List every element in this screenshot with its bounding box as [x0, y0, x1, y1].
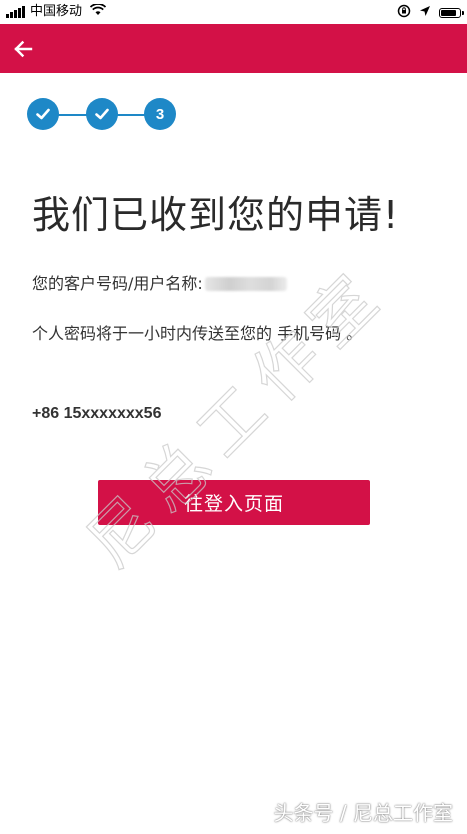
footer-watermark: 头条号 / 尼总工作室 [273, 801, 453, 825]
step-1-complete [27, 98, 59, 130]
step-2-complete [86, 98, 118, 130]
arrow-left-icon [14, 40, 33, 58]
battery-icon [439, 8, 464, 18]
customer-id-row: 您的客户号码/用户名称: [32, 273, 287, 295]
app-bar [0, 24, 467, 73]
step-connector [117, 114, 147, 116]
redacted-customer-id [204, 277, 287, 291]
wifi-icon [89, 3, 107, 20]
check-icon [36, 108, 50, 120]
carrier-name: 中国移动 [30, 4, 83, 19]
battery-level [441, 10, 456, 16]
back-button[interactable] [10, 36, 36, 62]
page-title: 我们已收到您的申请! [32, 193, 400, 237]
phone-number: +86 15xxxxxxx56 [32, 405, 162, 422]
status-right [389, 4, 464, 22]
status-bar: 中国移动 [0, 0, 467, 24]
status-left: 中国移动 [6, 3, 107, 20]
progress-stepper: 3 [27, 98, 177, 132]
check-icon [95, 108, 109, 120]
screen: 中国移动 3 我们已收到您的申请! 您的客户号码/用户名称: 个人密码将于一小时… [0, 0, 467, 834]
password-notice: 个人密码将于一小时内传送至您的 手机号码 。 [32, 324, 363, 343]
customer-id-label: 您的客户号码/用户名称: [32, 274, 203, 293]
step-3-label: 3 [155, 105, 165, 123]
step-3-current: 3 [144, 98, 176, 130]
step-connector [57, 114, 87, 116]
go-to-login-button[interactable]: 往登入页面 [98, 480, 370, 525]
signal-icon [6, 6, 26, 18]
rotation-lock-icon [397, 4, 411, 22]
location-icon [419, 5, 431, 21]
